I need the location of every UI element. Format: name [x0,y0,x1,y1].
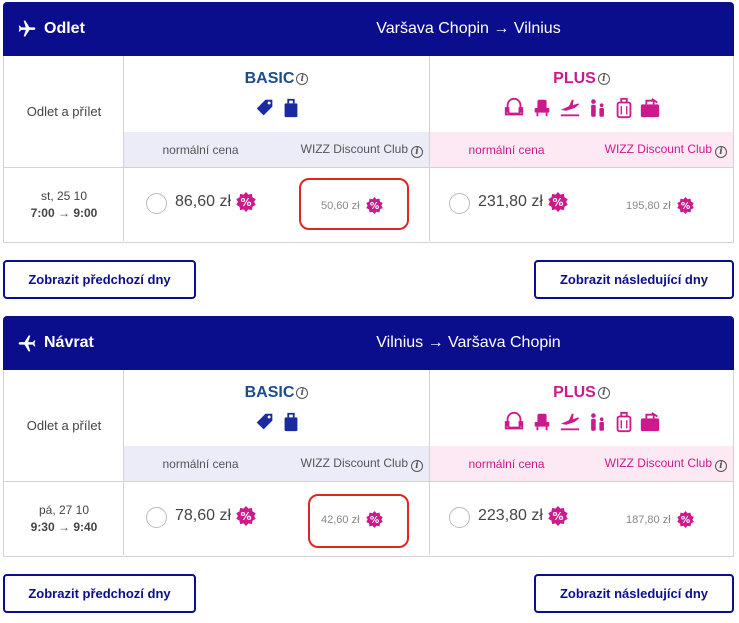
checkin-icon [560,413,579,431]
basic-price-row: 78,60 zł % 42,60 zł % [124,482,429,555]
plus-club-price: 195,80 zł [626,199,671,212]
plus-fare-column: PLUS i normální cena WIZZ Discount Club i … [430,56,733,241]
airplane-icon [18,335,36,352]
normal-price-label: normální cena [162,142,239,157]
seat-icon [504,97,523,116]
fare-table: Odlet a přílet pá, 27 10 9:30 → 9:40 BAS… [3,370,734,557]
basic-title: BASIC [244,70,295,87]
flight-date-time: pá, 27 10 9:30 → 9:40 [4,482,124,555]
plus-price: 223,80 zł [478,507,543,524]
percent-badge-icon: % [676,197,694,214]
next-days-button[interactable]: Zobrazit následující dny [534,260,734,299]
plus-title: PLUS [553,384,596,401]
basic-fare-column: BASIC i normální cena WIZZ Discount Club i… [124,56,430,241]
basic-fare-radio[interactable] [146,507,167,528]
direction-label: Návrat [44,334,94,351]
flight-time: 7:00 → 9:00 [30,206,98,220]
outbound-header: Odlet Varšava Chopin → Vilnius [3,2,734,56]
percent-badge-icon: % [676,511,694,528]
svg-text:%: % [552,510,563,523]
basic-title: BASIC [244,384,295,401]
discount-club-label: WIZZ Discount Club [300,455,408,470]
family-icon [590,413,604,431]
return-section: Návrat Vilnius → Varšava Chopin Odlet a … [3,316,734,557]
info-icon[interactable]: i [715,145,727,158]
row-header-label: Odlet a přílet [4,56,124,168]
route-title: Varšava Chopin → Vilnius [376,20,561,37]
plus-club-price: 187,80 zł [626,513,671,526]
percent-badge-icon: % [236,506,256,526]
percent-badge-icon: % [548,192,568,212]
checkin-icon [560,99,579,117]
tag-icon [256,413,272,430]
normal-price-label: normální cena [162,456,239,471]
discount-club-label: WIZZ Discount Club [604,141,712,156]
airplane-icon [18,20,36,37]
svg-text:%: % [241,510,252,523]
bag-icon [284,98,297,118]
percent-badge-icon: % [236,192,256,212]
club-price-highlight [308,494,409,548]
seat-icon [504,411,523,430]
basic-price-row: 86,60 zł % 50,60 zł % [124,168,429,241]
percent-badge-icon: % [548,506,568,526]
row-header-label: Odlet a přílet [4,370,124,482]
info-icon[interactable]: i [597,387,610,399]
bag-icon [284,412,297,432]
info-icon[interactable]: i [597,73,610,85]
direction-label: Odlet [44,20,85,37]
basic-price: 78,60 zł [175,507,232,524]
flight-date: pá, 27 10 [38,503,90,517]
checked-bag-icon [640,98,659,118]
info-icon[interactable]: i [411,145,423,158]
plus-price-row: 231,80 zł % 195,80 zł % [430,168,733,241]
extra-legroom-icon [534,99,549,117]
plus-fare-radio[interactable] [449,193,470,214]
extra-legroom-icon [534,413,549,431]
flight-time: 9:30 → 9:40 [30,520,98,534]
fare-table: Odlet a přílet st, 25 10 7:00 → 9:00 BAS… [3,56,734,243]
flight-date: st, 25 10 [40,189,88,203]
return-header: Návrat Vilnius → Varšava Chopin [3,316,734,370]
club-price-highlight [299,178,409,230]
family-icon [590,99,604,117]
plus-price-row: 223,80 zł % 187,80 zł % [430,482,733,555]
normal-price-label: normální cena [468,142,545,157]
svg-text:%: % [680,515,690,526]
trolley-bag-icon [616,411,631,433]
next-days-button[interactable]: Zobrazit následující dny [534,574,734,613]
tag-icon [256,99,272,116]
normal-price-label: normální cena [468,456,545,471]
outbound-section: Odlet Varšava Chopin → Vilnius Odlet a p… [3,2,734,243]
info-icon[interactable]: i [296,387,309,399]
discount-club-label: WIZZ Discount Club [300,141,408,156]
flight-date-time: st, 25 10 7:00 → 9:00 [4,168,124,241]
basic-price: 86,60 zł [175,193,232,210]
prev-days-button[interactable]: Zobrazit předchozí dny [3,574,196,613]
plus-fare-column: PLUS i normální cena WIZZ Discount Club i … [430,370,733,555]
plus-price: 231,80 zł [478,193,543,210]
discount-club-label: WIZZ Discount Club [604,455,712,470]
info-icon[interactable]: i [296,73,309,85]
info-icon[interactable]: i [715,459,727,472]
checked-bag-icon [640,412,659,432]
basic-fare-column: BASIC i normální cena WIZZ Discount Club i… [124,370,430,555]
svg-text:%: % [241,196,252,209]
basic-fare-radio[interactable] [146,193,167,214]
svg-text:%: % [680,201,690,212]
plus-title: PLUS [553,70,596,87]
info-icon[interactable]: i [411,459,423,472]
svg-text:%: % [552,196,563,209]
prev-days-button[interactable]: Zobrazit předchozí dny [3,260,196,299]
plus-fare-radio[interactable] [449,507,470,528]
trolley-bag-icon [616,97,631,119]
route-title: Vilnius → Varšava Chopin [376,334,561,351]
